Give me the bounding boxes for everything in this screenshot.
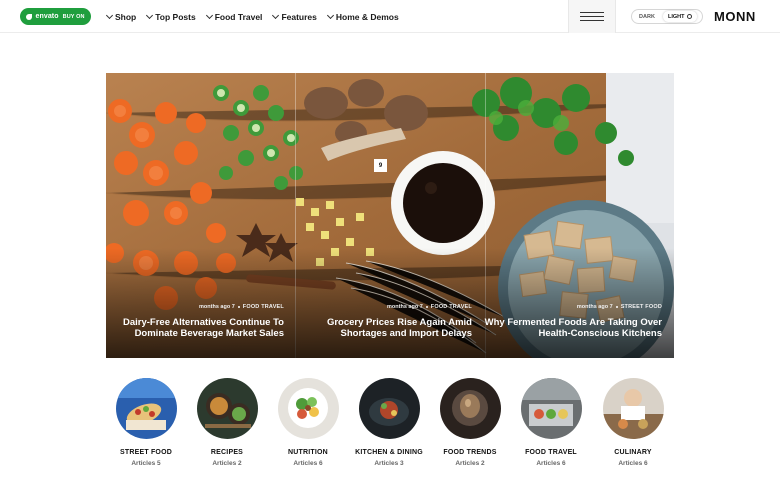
- nav-item-top-posts[interactable]: Top Posts: [146, 11, 196, 22]
- category-count: Articles 3: [374, 460, 404, 467]
- light-mode-label: LIGHT: [668, 13, 685, 20]
- slide-count-badge: 9: [374, 159, 387, 172]
- nav-label: Top Posts: [155, 11, 196, 22]
- category-nutrition[interactable]: NUTRITION Articles 6: [268, 378, 348, 467]
- street-food-image: [115, 378, 177, 439]
- dark-mode-option[interactable]: DARK: [632, 14, 662, 20]
- slide-time: months ago 7: [199, 304, 235, 310]
- chevron-down-icon: [146, 11, 154, 19]
- nav-label: Food Travel: [214, 11, 263, 22]
- nav-item-home-demos[interactable]: Home & Demos: [326, 11, 399, 22]
- food-trends-image: [439, 378, 501, 439]
- chevron-down-icon: [272, 11, 280, 19]
- category-name[interactable]: FOOD TRAVEL: [511, 449, 591, 456]
- category-image[interactable]: [277, 378, 339, 439]
- nav-item-shop[interactable]: Shop: [105, 11, 137, 22]
- meta-separator: [615, 306, 618, 308]
- slide-meta: months ago 7 STREET FOOD: [476, 304, 662, 310]
- category-image[interactable]: [196, 378, 258, 439]
- category-recipes[interactable]: RECIPES Articles 2: [187, 378, 267, 467]
- category-count: Articles 6: [293, 460, 323, 467]
- slide-title[interactable]: Dairy-Free Alternatives Continue To Domi…: [106, 317, 284, 339]
- category-image[interactable]: [520, 378, 582, 439]
- slide-time: months ago 7: [576, 304, 613, 310]
- kitchen-dining-image: [358, 378, 420, 439]
- chevron-down-icon: [105, 11, 114, 19]
- nav-item-features[interactable]: Features: [272, 11, 317, 22]
- light-mode-option[interactable]: LIGHT: [663, 11, 697, 22]
- site-header: envato BUY ON Shop Top Posts Food Travel…: [0, 0, 780, 33]
- slide-category[interactable]: FOOD TRAVEL: [431, 304, 472, 310]
- category-name[interactable]: RECIPES: [187, 449, 267, 456]
- meta-separator: [237, 306, 240, 308]
- hero-slider: 9 months ago 7 FOOD TRAVEL Dairy-Free Al…: [106, 73, 674, 358]
- category-street-food[interactable]: STREET FOOD Articles 5: [106, 378, 186, 467]
- nutrition-image: [277, 378, 339, 439]
- slide-caption-3[interactable]: months ago 7 STREET FOOD Why Fermented F…: [476, 304, 662, 339]
- category-count: Articles 6: [536, 460, 566, 467]
- nav-label: Shop: [115, 11, 137, 22]
- chevron-down-icon: [205, 11, 213, 19]
- category-count: Articles 5: [131, 460, 161, 467]
- category-image[interactable]: [602, 378, 664, 439]
- envato-leaf-icon: [26, 13, 33, 20]
- category-count: Articles 2: [455, 460, 485, 467]
- hamburger-icon-bar: [580, 16, 604, 17]
- meta-separator: [425, 306, 428, 308]
- category-food-travel[interactable]: FOOD TRAVEL Articles 6: [511, 378, 591, 467]
- sun-icon: [686, 14, 692, 19]
- category-image[interactable]: [439, 378, 501, 439]
- category-name[interactable]: KITCHEN & DINING: [349, 449, 429, 456]
- category-image[interactable]: [358, 378, 420, 439]
- category-food-trends[interactable]: FOOD TRENDS Articles 2: [430, 378, 510, 467]
- slide-meta: months ago 7 FOOD TRAVEL: [106, 304, 284, 310]
- slide-caption-2[interactable]: months ago 7 FOOD TRAVEL Grocery Prices …: [286, 304, 472, 339]
- chevron-down-icon: [326, 11, 334, 19]
- nav-label: Features: [281, 11, 317, 22]
- hamburger-icon-bar: [580, 20, 604, 21]
- envato-buy-label: BUY ON: [62, 13, 85, 20]
- slide-caption-1[interactable]: months ago 7 FOOD TRAVEL Dairy-Free Alte…: [106, 304, 284, 339]
- category-name[interactable]: CULINARY: [593, 449, 673, 456]
- category-count: Articles 6: [618, 460, 648, 467]
- site-logo[interactable]: MONN: [714, 9, 756, 24]
- caption-gradient: [106, 248, 674, 358]
- slide-title[interactable]: Why Fermented Foods Are Taking Over Heal…: [476, 317, 662, 339]
- category-name[interactable]: STREET FOOD: [106, 449, 186, 456]
- slide-category[interactable]: FOOD TRAVEL: [243, 304, 284, 310]
- slide-title[interactable]: Grocery Prices Rise Again Amid Shortages…: [286, 317, 472, 339]
- slide-category[interactable]: STREET FOOD: [621, 304, 662, 310]
- category-kitchen-dining[interactable]: KITCHEN & DINING Articles 3: [349, 378, 429, 467]
- category-image[interactable]: [115, 378, 177, 439]
- category-count: Articles 2: [212, 460, 242, 467]
- envato-label: envato: [35, 13, 59, 20]
- category-name[interactable]: NUTRITION: [268, 449, 348, 456]
- envato-buy-button[interactable]: envato BUY ON: [20, 8, 91, 25]
- category-name[interactable]: FOOD TRENDS: [430, 449, 510, 456]
- slide-meta: months ago 7 FOOD TRAVEL: [286, 304, 472, 310]
- nav-item-food-travel[interactable]: Food Travel: [205, 11, 263, 22]
- slide-time: months ago 7: [387, 304, 423, 310]
- hamburger-icon: [580, 12, 604, 13]
- food-travel-image: [520, 378, 582, 439]
- culinary-image: [602, 378, 664, 439]
- dark-light-toggle[interactable]: DARK LIGHT: [631, 9, 703, 24]
- category-culinary[interactable]: CULINARY Articles 6: [593, 378, 673, 467]
- nav-label: Home & Demos: [335, 11, 399, 22]
- hamburger-menu-button[interactable]: [568, 0, 616, 33]
- recipes-image: [196, 378, 258, 439]
- main-nav: Shop Top Posts Food Travel Features Home…: [105, 0, 399, 33]
